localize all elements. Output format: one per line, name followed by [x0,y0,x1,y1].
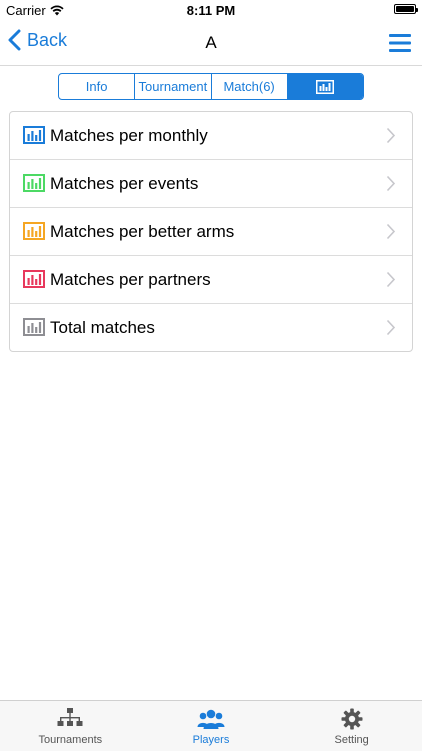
status-time: 8:11 PM [186,3,236,18]
tab-players[interactable]: Players [141,701,282,751]
list-item-matches-per-events[interactable]: Matches per events [10,160,412,208]
list-item-label: Matches per events [50,174,199,193]
list-item-label: Matches per partners [50,270,211,289]
segment-info[interactable]: Info [59,74,136,99]
list-item-total-matches[interactable]: Total matches [10,304,412,351]
list-item-label: Total matches [50,318,155,337]
chevron-right-icon [386,175,396,192]
status-bar: Carrier 8:11 PM [0,0,422,20]
menu-button[interactable] [389,34,411,57]
list-item-matches-per-monthly[interactable]: Matches per monthly [10,112,412,160]
list-item-matches-per-better-arms[interactable]: Matches per better arms [10,208,412,256]
chevron-right-icon [386,127,396,144]
segment-statistics[interactable] [287,74,363,99]
chevron-right-icon [386,223,396,240]
tab-label: Setting [334,734,369,746]
gear-icon [341,708,363,730]
segment-tournament[interactable]: Tournament [135,74,212,99]
list-item-label: Matches per monthly [50,126,208,145]
segment-match[interactable]: Match(6) [212,74,288,99]
bar-chart-icon [23,126,45,144]
statistics-list: Matches per monthly Matches per events M… [9,111,413,352]
hierarchy-icon [57,708,83,726]
tab-tournaments[interactable]: Tournaments [0,701,141,751]
bar-chart-icon [23,270,45,288]
list-item-label: Matches per better arms [50,222,235,241]
bar-chart-icon [316,79,335,94]
players-icon [197,709,225,729]
bar-chart-icon [23,318,45,336]
hamburger-menu-icon [389,34,411,52]
chevron-right-icon [386,319,396,336]
bar-chart-icon [23,174,45,192]
navigation-bar: Back A [0,20,422,66]
tab-label: Players [192,734,230,746]
segmented-control: Info Tournament Match(6) [58,73,364,100]
list-item-matches-per-partners[interactable]: Matches per partners [10,256,412,304]
battery-icon [394,4,418,14]
tab-label: Tournaments [38,734,103,746]
status-right [394,4,418,14]
chevron-right-icon [386,271,396,288]
page-title: A [205,33,217,52]
tab-setting[interactable]: Setting [281,701,422,751]
tab-bar: Tournaments Players Setting [0,700,422,751]
bar-chart-icon [23,222,45,240]
